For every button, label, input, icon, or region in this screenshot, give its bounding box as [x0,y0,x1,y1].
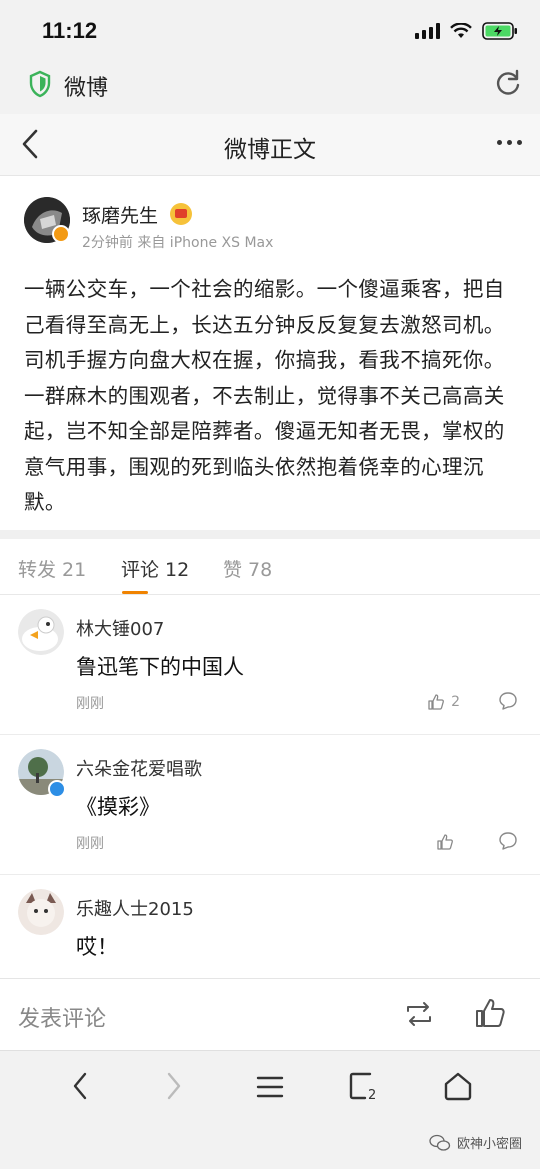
comment-like-button[interactable]: 2 [427,693,460,711]
comment-time: 刚刚 [76,696,104,712]
browser-address-bar: 微博 [0,62,540,114]
shield-icon [29,70,51,98]
verified-badge-icon [48,780,66,798]
like-count: 2 [451,694,460,710]
repost-icon[interactable] [404,999,434,1029]
thumbs-up-icon [437,834,453,850]
comment-text: 鲁迅笔下的中国人 [76,655,244,679]
forward-icon[interactable] [164,1071,184,1101]
page-header: 微博正文 [0,114,540,176]
reply-bubble-icon[interactable] [498,831,518,851]
comment-item: 乐趣人士2015 哎！ [0,875,540,978]
comment-time: 刚刚 [76,836,104,852]
author-name[interactable]: 琢磨先生 [82,201,158,228]
comment-text: 《摸彩》 [76,795,160,819]
post-tabs: 转发 21 评论 12 赞 78 [0,539,540,595]
comment-item: 六朵金花爱唱歌 《摸彩》 刚刚 [0,735,540,875]
battery-icon [482,22,517,40]
back-icon[interactable] [70,1071,90,1101]
section-divider [0,530,540,539]
tab-reposts[interactable]: 转发 21 [18,555,86,582]
avatar-image [18,889,64,935]
avatar-image [18,609,64,655]
wechat-icon [429,1134,451,1151]
site-title: 微博 [64,76,109,101]
page-title: 微博正文 [224,137,316,163]
tabs-icon[interactable]: 2 [348,1071,380,1101]
verified-badge-icon [52,225,70,243]
thumbs-up-icon [428,694,445,710]
watermark-text: 欧神小密圈 [456,1137,522,1152]
active-tab-indicator [122,591,148,594]
comment-like-button[interactable] [436,833,460,851]
vip-crown-icon [170,203,192,225]
more-options-icon[interactable] [497,140,522,145]
commenter-name[interactable]: 乐趣人士2015 [76,895,194,921]
menu-icon[interactable] [256,1075,284,1099]
reload-icon[interactable] [494,68,522,98]
commenter-name[interactable]: 林大锤007 [76,615,164,641]
tab-comments[interactable]: 评论 12 [121,555,189,582]
reply-bubble-icon[interactable] [498,691,518,711]
comment-text: 哎！ [76,935,118,959]
commenter-avatar[interactable] [18,889,64,935]
compose-comment-input[interactable]: 发表评论 [18,1001,106,1033]
commenter-name[interactable]: 六朵金花爱唱歌 [76,755,202,781]
status-icons [415,22,518,40]
post-text: 一辆公交车，一个社会的缩影。一个傻逼乘客，把自己看得至高无上，长达五分钟反反复复… [24,277,505,514]
compose-bar: 发表评论 [0,978,540,1050]
home-icon[interactable] [442,1071,474,1101]
status-bar: 11:12 [0,0,540,62]
browser-nav-bar: 2 欧神小密圈 [0,1050,540,1169]
post: 琢磨先生 2分钟前 来自 iPhone XS Max 一辆公交车，一个社会的缩影… [0,177,540,530]
post-meta: 2分钟前 来自 iPhone XS Max [82,235,274,251]
signal-icon [415,23,440,39]
comment-item: 林大锤007 鲁迅笔下的中国人 刚刚 2 [0,595,540,735]
commenter-avatar[interactable] [18,609,64,655]
thumbs-up-icon[interactable] [474,997,506,1029]
tab-likes[interactable]: 赞 78 [223,555,272,582]
status-time: 11:12 [42,18,98,43]
wifi-icon [450,23,472,38]
svg-text:2: 2 [368,1088,376,1101]
watermark: 欧神小密圈 [429,1133,522,1152]
